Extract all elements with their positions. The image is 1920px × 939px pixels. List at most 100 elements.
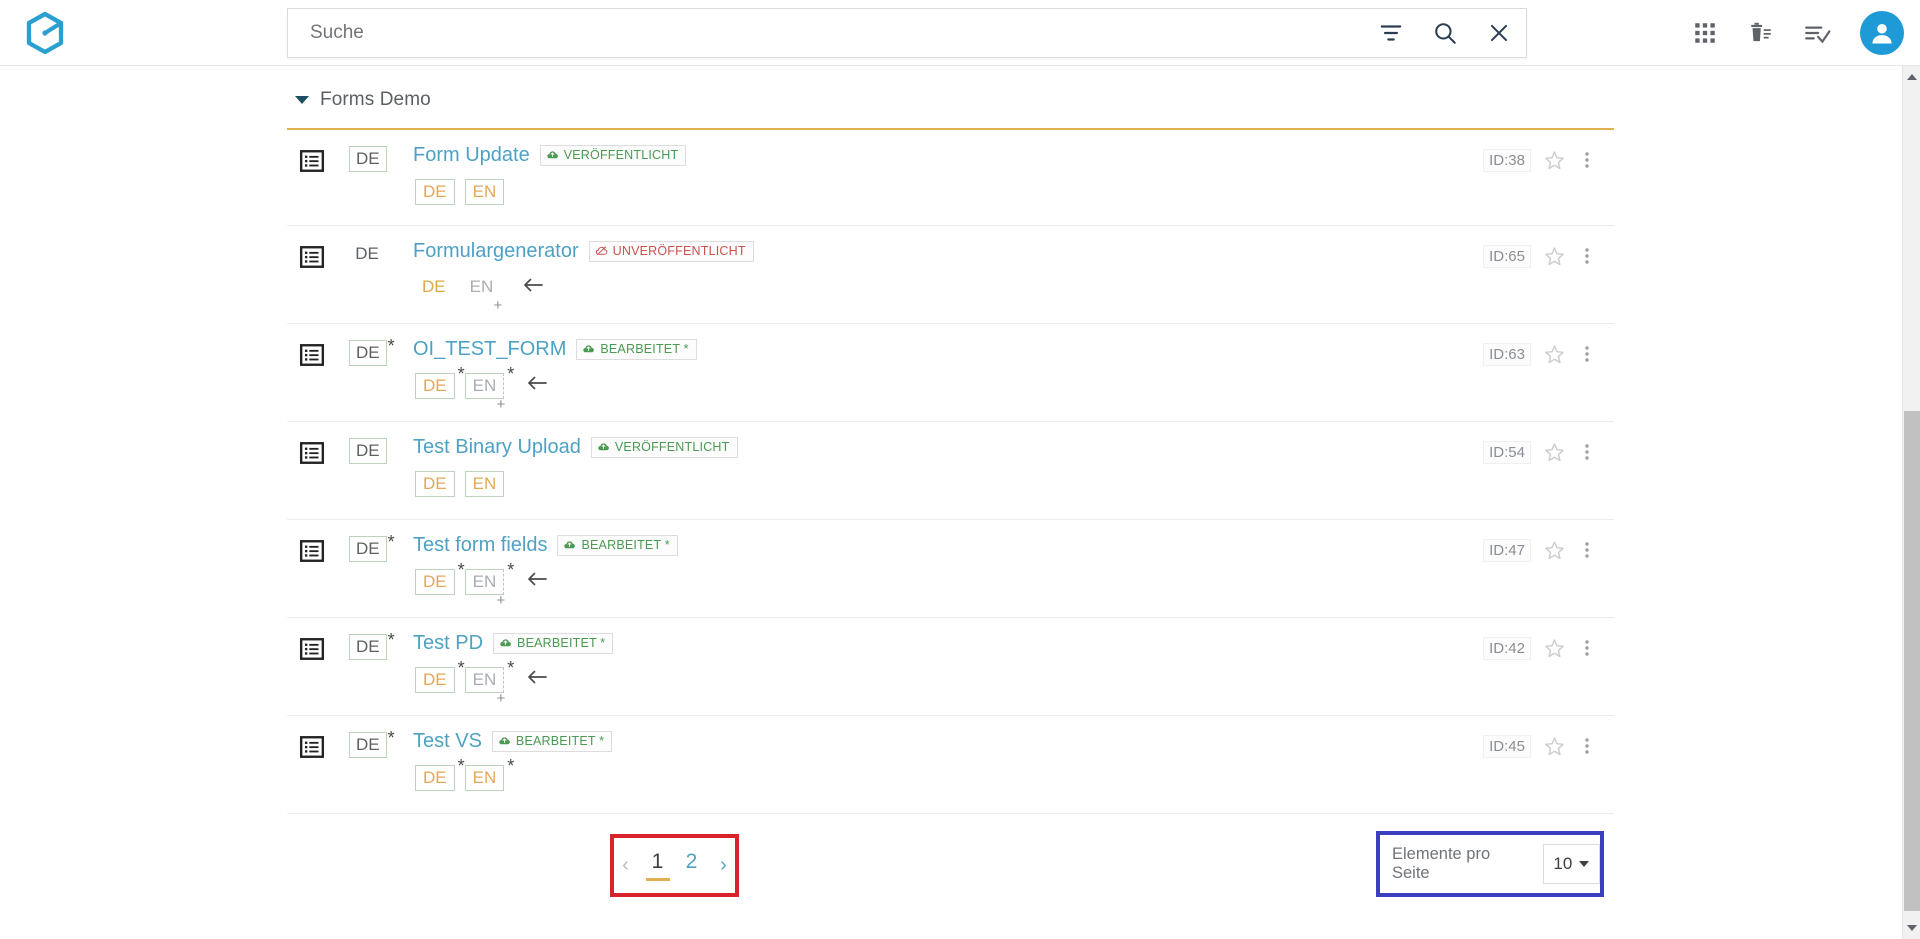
- favorite-button[interactable]: [1543, 343, 1566, 366]
- pagination-prev[interactable]: ‹: [612, 854, 640, 877]
- group-header[interactable]: Forms Demo: [287, 66, 1614, 120]
- row-menu-button[interactable]: [1578, 244, 1596, 268]
- main-language-label[interactable]: DE: [349, 242, 385, 266]
- status-badge[interactable]: BEARBEITET *: [491, 730, 613, 752]
- main-language-label[interactable]: DE: [349, 340, 387, 366]
- language-chip-de[interactable]: DE: [415, 179, 455, 205]
- main-language[interactable]: DE: [349, 242, 403, 266]
- row-title-link[interactable]: Formulargenerator: [413, 240, 579, 262]
- language-chip-en[interactable]: EN *: [464, 757, 514, 791]
- row-menu-button[interactable]: [1578, 342, 1596, 366]
- scroll-up-button[interactable]: [1903, 68, 1920, 86]
- revert-button[interactable]: [526, 570, 548, 593]
- row-menu-button[interactable]: [1578, 440, 1596, 464]
- pagination-page-2[interactable]: 2: [676, 850, 708, 881]
- main-language[interactable]: DE: [349, 438, 403, 464]
- favorite-button[interactable]: [1543, 539, 1566, 562]
- status-badge[interactable]: BEARBEITET *: [576, 338, 697, 360]
- modified-asterisk: *: [457, 560, 465, 580]
- status-badge[interactable]: VERÖFFENTLICHT: [590, 436, 738, 458]
- main-language[interactable]: DE *: [349, 533, 403, 562]
- table-row[interactable]: DE * OI_TEST_FORM BEARBEITET * DE * EN * + ID:63: [287, 324, 1614, 422]
- status-badge[interactable]: UNVERÖFFENTLICHT: [588, 240, 754, 262]
- main-language-label[interactable]: DE: [349, 634, 387, 660]
- top-bar: [0, 0, 1920, 66]
- language-chip-en[interactable]: EN * +: [464, 659, 514, 706]
- language-chip-de[interactable]: DE *: [415, 659, 465, 693]
- table-row[interactable]: DE Form Update VERÖFFENTLICHT DE EN ID:38: [287, 128, 1614, 226]
- table-row[interactable]: DE * Test VS BEARBEITET * DE * EN * ID:45: [287, 716, 1614, 814]
- favorite-button[interactable]: [1543, 245, 1566, 268]
- main-language-label[interactable]: DE: [349, 536, 387, 562]
- row-title-link[interactable]: OI_TEST_FORM: [413, 338, 566, 360]
- filter-button[interactable]: [1364, 8, 1418, 58]
- main-language[interactable]: DE *: [349, 729, 403, 758]
- add-language-icon[interactable]: +: [496, 691, 505, 706]
- row-title-link[interactable]: Test VS: [413, 730, 482, 752]
- row-title-link[interactable]: Form Update: [413, 144, 530, 166]
- main-language[interactable]: DE *: [349, 631, 403, 660]
- language-chip-en[interactable]: EN +: [463, 275, 503, 313]
- scroll-down-button[interactable]: [1903, 919, 1920, 937]
- row-title-link[interactable]: Test Binary Upload: [413, 436, 581, 458]
- apps-button[interactable]: [1688, 16, 1722, 50]
- status-badge[interactable]: BEARBEITET *: [493, 632, 614, 654]
- main-language-label[interactable]: DE: [349, 146, 387, 172]
- favorite-button[interactable]: [1543, 735, 1566, 758]
- pagination-next[interactable]: ›: [710, 854, 738, 877]
- clear-search-button[interactable]: [1472, 8, 1526, 58]
- row-menu-button[interactable]: [1578, 734, 1596, 758]
- table-row[interactable]: DE Test Binary Upload VERÖFFENTLICHT DE EN ID…: [287, 422, 1614, 520]
- language-chip-de[interactable]: DE: [415, 471, 455, 497]
- revert-button[interactable]: [526, 668, 548, 691]
- table-row[interactable]: DE * Test PD BEARBEITET * DE * EN * + ID:42: [287, 618, 1614, 716]
- vertical-scrollbar[interactable]: [1902, 66, 1920, 939]
- row-menu-button[interactable]: [1578, 148, 1596, 172]
- trash-button[interactable]: [1744, 16, 1778, 50]
- row-id: ID:38: [1483, 148, 1531, 172]
- add-language-icon[interactable]: +: [493, 298, 502, 313]
- row-id: ID:45: [1483, 734, 1531, 758]
- search-input[interactable]: [288, 9, 1364, 57]
- app-logo[interactable]: [22, 10, 68, 56]
- row-menu-button[interactable]: [1578, 538, 1596, 562]
- row-main: DE * Test VS BEARBEITET * DE * EN *: [299, 716, 1614, 791]
- per-page-select[interactable]: 10: [1542, 844, 1600, 884]
- main-language[interactable]: DE: [349, 146, 403, 172]
- favorite-button[interactable]: [1543, 149, 1566, 172]
- table-row[interactable]: DE Formulargenerator UNVERÖFFENTLICHT DE EN +…: [287, 226, 1614, 324]
- main-language-label[interactable]: DE: [349, 732, 387, 758]
- language-chip-de[interactable]: DE: [415, 275, 453, 299]
- language-chip-en[interactable]: EN: [464, 471, 505, 497]
- language-chip-de[interactable]: DE *: [415, 561, 465, 595]
- add-language-icon[interactable]: +: [496, 593, 505, 608]
- row-details: OI_TEST_FORM BEARBEITET * DE * EN * +: [413, 338, 1614, 412]
- language-chip-en[interactable]: EN: [464, 179, 505, 205]
- language-chip-de[interactable]: DE *: [415, 365, 465, 399]
- user-avatar[interactable]: [1860, 11, 1904, 55]
- language-chip-de[interactable]: DE *: [415, 757, 465, 791]
- favorite-button[interactable]: [1543, 441, 1566, 464]
- status-badge-label: VERÖFFENTLICHT: [563, 147, 679, 162]
- main-language[interactable]: DE *: [349, 337, 403, 366]
- row-title-link[interactable]: Test form fields: [413, 534, 547, 556]
- tasks-button[interactable]: [1800, 16, 1834, 50]
- revert-button[interactable]: [526, 374, 548, 397]
- status-badge[interactable]: VERÖFFENTLICHT: [539, 144, 687, 166]
- table-row[interactable]: DE * Test form fields BEARBEITET * DE * EN * + ID…: [287, 520, 1614, 618]
- row-details: Test form fields BEARBEITET * DE * EN * +: [413, 534, 1614, 608]
- status-badge[interactable]: BEARBEITET *: [557, 534, 678, 556]
- chevron-down-icon[interactable]: [295, 96, 309, 104]
- row-menu-button[interactable]: [1578, 636, 1596, 660]
- row-title-link[interactable]: Test PD: [413, 632, 483, 654]
- main-language-label[interactable]: DE: [349, 438, 387, 464]
- language-chip-en[interactable]: EN * +: [464, 365, 514, 412]
- revert-button[interactable]: [522, 276, 544, 299]
- language-chip-en[interactable]: EN * +: [464, 561, 514, 608]
- scrollbar-thumb[interactable]: [1904, 411, 1920, 911]
- add-language-icon[interactable]: +: [496, 397, 505, 412]
- form-icon: [299, 636, 325, 662]
- favorite-button[interactable]: [1543, 637, 1566, 660]
- pagination-page-1[interactable]: 1: [642, 850, 674, 881]
- search-button[interactable]: [1418, 8, 1472, 58]
